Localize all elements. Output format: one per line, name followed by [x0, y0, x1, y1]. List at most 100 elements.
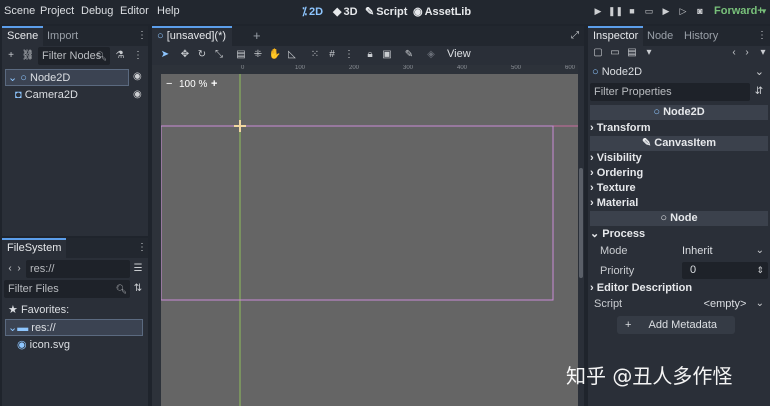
zoom-level[interactable]: 100 %: [179, 79, 207, 90]
script-picker[interactable]: <empty> ⌄: [682, 296, 768, 312]
viewport-scrollbar-thumb[interactable]: [579, 168, 583, 278]
tab-scene[interactable]: Scene: [2, 26, 44, 46]
section-transform[interactable]: › Transform: [590, 121, 768, 136]
menu-project[interactable]: Project: [40, 5, 74, 17]
object-selector[interactable]: ○ Node2D ⌄: [590, 64, 768, 81]
bone-icon[interactable]: ✎: [402, 48, 416, 62]
play-scene-icon[interactable]: ▶: [659, 4, 673, 18]
section-texture[interactable]: › Texture: [590, 181, 768, 196]
split-mode-icon[interactable]: ☰: [131, 262, 145, 276]
filter-properties-input[interactable]: Filter Properties: [590, 83, 750, 101]
workspace-script-button[interactable]: ✎ Script: [365, 5, 407, 18]
chevron-down-icon: ⌄: [755, 245, 764, 256]
select-mode-icon[interactable]: ➤: [158, 48, 172, 62]
new-resource-icon[interactable]: ▢: [591, 46, 605, 60]
tree-node-node2d[interactable]: ⌄ ○ Node2D: [5, 69, 129, 86]
mode-dropdown[interactable]: Inherit ⌄: [682, 243, 768, 259]
history-back-icon[interactable]: ‹: [727, 46, 741, 60]
pivot-icon[interactable]: ⁜: [251, 48, 265, 62]
visibility-eye-icon[interactable]: ◉: [133, 89, 142, 100]
list-select-icon[interactable]: ▤: [234, 48, 248, 62]
movie-maker-icon[interactable]: ◙: [693, 4, 707, 18]
node2d-circle-icon: ○: [20, 72, 27, 84]
add-node-icon[interactable]: +: [4, 49, 18, 63]
workspace-3d-button[interactable]: ◆ 3D: [333, 5, 358, 18]
pan-mode-icon[interactable]: ✋: [268, 48, 282, 62]
dock-menu-icon[interactable]: ⋮: [755, 29, 769, 43]
filter-files-input[interactable]: Filter Files 🔍︎: [4, 280, 130, 298]
grid-icon[interactable]: #: [325, 48, 339, 62]
pause-icon[interactable]: ❚❚: [608, 4, 623, 18]
visibility-eye-icon[interactable]: ◉: [133, 71, 142, 82]
folder-res[interactable]: ⌄▬ res://: [5, 319, 143, 336]
save-resource-icon[interactable]: ▤: [625, 46, 639, 60]
workspace-assetlib-button[interactable]: ◉ AssetLib: [413, 5, 471, 18]
options-icon[interactable]: ⋮: [131, 49, 145, 63]
tab-node[interactable]: Node: [642, 26, 678, 46]
section-label: Process: [602, 228, 646, 240]
ruler-tick-label: 600: [565, 65, 576, 71]
stepper-arrows-icon[interactable]: ⇕: [756, 262, 764, 279]
scale-mode-icon[interactable]: ⤡: [212, 48, 226, 62]
section-material[interactable]: › Material: [590, 196, 768, 211]
viewport-overlay: [161, 74, 578, 406]
add-scene-tab-button[interactable]: +: [248, 26, 266, 46]
section-ordering[interactable]: › Ordering: [590, 166, 768, 181]
path-field[interactable]: res://: [26, 260, 130, 278]
resource-menu-icon[interactable]: ▾: [642, 46, 656, 60]
canvas-viewport[interactable]: − 100 % +: [161, 74, 578, 406]
tab-history[interactable]: History: [679, 26, 723, 46]
workspace-2d-button[interactable]: ⁒ 2D: [302, 5, 323, 18]
scene-tab-unsaved[interactable]: ○ [unsaved](*): [152, 26, 232, 46]
move-mode-icon[interactable]: ✥: [178, 48, 192, 62]
stop-icon[interactable]: ■: [625, 4, 639, 18]
forward-arrow-icon[interactable]: ›: [12, 262, 26, 276]
file-icon-svg[interactable]: ◉ icon.svg: [5, 337, 143, 354]
group-icon[interactable]: ▣: [380, 48, 394, 62]
remote-debug-icon[interactable]: ▭: [642, 4, 656, 18]
tree-node-camera2d[interactable]: ◘ Camera2D: [5, 87, 129, 104]
play-custom-icon[interactable]: ▷: [676, 4, 690, 18]
link-icon[interactable]: ⛓: [21, 49, 35, 63]
history-menu-icon[interactable]: ▾: [756, 46, 770, 60]
play-icon[interactable]: ▶: [591, 4, 605, 18]
rotate-mode-icon[interactable]: ↻: [195, 48, 209, 62]
sort-icon[interactable]: ⇅: [131, 282, 145, 296]
chevron-down-icon[interactable]: ▾: [757, 4, 770, 18]
zoom-in-button[interactable]: +: [211, 78, 217, 90]
filter-properties-placeholder: Filter Properties: [594, 86, 672, 98]
filter-nodes-input[interactable]: Filter Nodes 🔍︎: [38, 47, 110, 65]
dock-menu-icon[interactable]: ⋮: [135, 241, 149, 255]
section-visibility[interactable]: › Visibility: [590, 151, 768, 166]
node2d-icon: ○: [157, 30, 164, 42]
tab-inspector[interactable]: Inspector: [588, 26, 644, 46]
ruler-tick-label: 400: [457, 65, 468, 71]
dock-menu-icon[interactable]: ⋮: [135, 29, 149, 43]
favorites-item[interactable]: ★ Favorites:: [8, 302, 138, 319]
snap-icon[interactable]: ⁙: [308, 48, 322, 62]
view-menu[interactable]: View: [447, 48, 471, 60]
load-resource-icon[interactable]: ▭: [608, 46, 622, 60]
lock-icon[interactable]: 🔒︎: [363, 48, 377, 62]
section-process[interactable]: ⌄ Process: [590, 227, 768, 242]
instance-scene-icon[interactable]: ⚗: [113, 49, 127, 63]
tab-filesystem[interactable]: FileSystem: [2, 238, 67, 258]
viewport-scrollbar-track[interactable]: [578, 74, 584, 406]
history-forward-icon[interactable]: ›: [740, 46, 754, 60]
menu-scene[interactable]: Scene: [4, 5, 35, 17]
section-editor-description[interactable]: › Editor Description: [590, 281, 768, 296]
menu-help[interactable]: Help: [157, 5, 180, 17]
snap-options-icon[interactable]: ⋮: [342, 48, 356, 62]
camera-override-icon[interactable]: ◈: [424, 48, 438, 62]
menu-debug[interactable]: Debug: [81, 5, 113, 17]
ruler-mode-icon[interactable]: ◺: [285, 48, 299, 62]
priority-spinbox[interactable]: 0 ⇕: [682, 262, 768, 279]
add-metadata-button[interactable]: + Add Metadata: [617, 316, 735, 334]
distraction-free-icon[interactable]: ⤢: [568, 29, 582, 43]
tab-import[interactable]: Import: [42, 26, 83, 46]
inspector-options-icon[interactable]: ⇵: [752, 85, 766, 99]
favorites-label: Favorites:: [20, 304, 70, 316]
zoom-out-button[interactable]: −: [166, 78, 172, 90]
workspace-2d-label: 2D: [308, 6, 324, 18]
menu-editor[interactable]: Editor: [120, 5, 149, 17]
